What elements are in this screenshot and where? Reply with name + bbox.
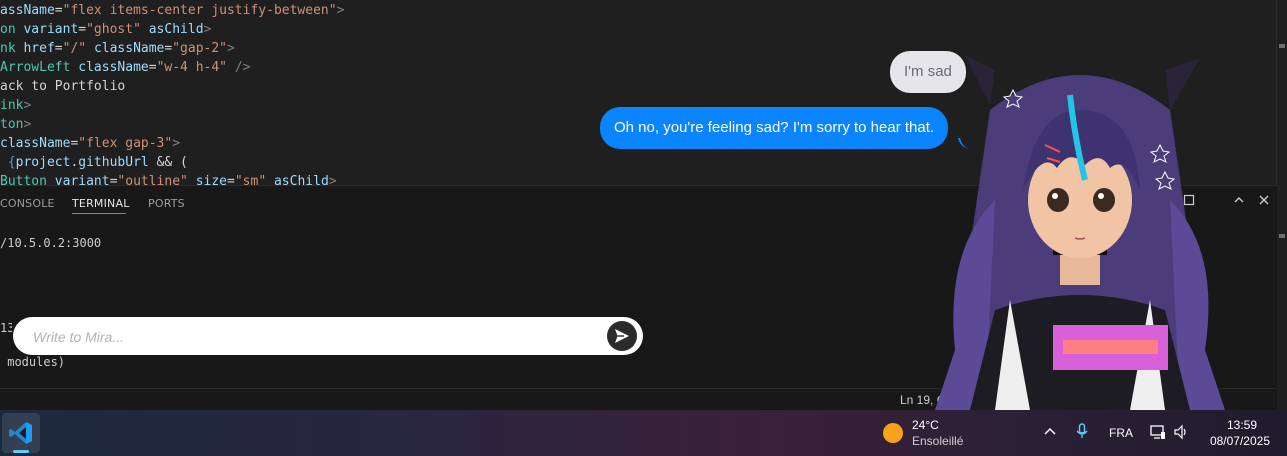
code-token: "ghost" bbox=[86, 22, 141, 37]
tab-console[interactable]: CONSOLE bbox=[0, 197, 55, 210]
code-token: "/" bbox=[62, 41, 87, 56]
code-token: "outline" bbox=[117, 174, 188, 185]
code-token: href bbox=[23, 41, 55, 56]
code-token: asChild bbox=[148, 22, 204, 37]
weather-description: Ensoleillé bbox=[912, 434, 964, 448]
code-token: assName bbox=[0, 3, 55, 18]
code-token: "flex gap-3" bbox=[78, 136, 173, 151]
code-token: ink bbox=[0, 98, 24, 113]
code-token: = bbox=[54, 41, 63, 56]
active-tab-indicator bbox=[72, 213, 126, 214]
code-token: githubUrl bbox=[78, 155, 149, 170]
chevron-up-icon[interactable] bbox=[1043, 424, 1057, 441]
chat-input-bar bbox=[13, 317, 643, 357]
code-line: ack to Portfolio bbox=[0, 77, 125, 96]
code-line: ink> bbox=[0, 96, 31, 115]
code-token: > bbox=[336, 3, 345, 18]
code-token: /> bbox=[227, 60, 251, 75]
network-icon[interactable] bbox=[1150, 424, 1166, 443]
active-app-indicator bbox=[13, 450, 29, 453]
editor-scrollbar[interactable] bbox=[1276, 0, 1287, 410]
close-panel-icon[interactable] bbox=[1258, 194, 1270, 210]
clock-time[interactable]: 13:59 bbox=[1227, 418, 1257, 432]
code-line: ArrowLeft className="w-4 h-4" /> bbox=[0, 58, 251, 77]
send-icon bbox=[615, 329, 629, 343]
language-indicator[interactable]: FRA bbox=[1109, 426, 1133, 440]
code-token: > bbox=[203, 22, 212, 37]
code-token: className bbox=[78, 60, 149, 75]
send-button[interactable] bbox=[607, 321, 637, 351]
vscode-icon bbox=[9, 422, 32, 444]
taskbar: 24°C Ensoleillé FRA 13:59 08/07/2025 bbox=[0, 410, 1287, 456]
code-token: ack to Portfolio bbox=[0, 79, 126, 94]
chat-message-input[interactable] bbox=[31, 317, 605, 357]
code-token: "flex items-center justify-between" bbox=[62, 3, 337, 18]
code-token: variant bbox=[23, 22, 79, 37]
code-token: && ( bbox=[148, 155, 188, 170]
avatar-character bbox=[935, 55, 1225, 410]
code-token: = bbox=[227, 174, 235, 185]
code-token: > bbox=[172, 136, 181, 151]
code-line: ton> bbox=[0, 115, 31, 134]
bot-message-bubble: Oh no, you're feeling sad? I'm sorry to … bbox=[600, 107, 949, 149]
code-line: assName="flex items-center justify-betwe… bbox=[0, 1, 344, 20]
chevron-up-icon[interactable] bbox=[1233, 194, 1245, 210]
code-token: > bbox=[227, 41, 235, 56]
code-token: className bbox=[0, 136, 71, 151]
tab-terminal[interactable]: TERMINAL bbox=[72, 197, 130, 210]
code-line: Button variant="outline" size="sm" asChi… bbox=[0, 172, 337, 185]
clock-date[interactable]: 08/07/2025 bbox=[1210, 434, 1270, 448]
code-token: = bbox=[78, 22, 87, 37]
code-line: className="flex gap-3"> bbox=[0, 134, 180, 153]
code-token: ArrowLeft bbox=[0, 60, 79, 75]
code-line: on variant="ghost" asChild> bbox=[0, 20, 211, 39]
code-token: { bbox=[0, 155, 16, 170]
code-token: on bbox=[0, 22, 24, 37]
code-token: > bbox=[23, 117, 32, 132]
weather-temperature: 24°C bbox=[912, 418, 939, 432]
code-token: "w-4 h-4" bbox=[156, 60, 228, 75]
scrollbar-marker bbox=[1279, 44, 1285, 48]
scrollbar-marker bbox=[1279, 234, 1285, 238]
code-token: Button bbox=[0, 174, 55, 185]
code-token: "sm" bbox=[234, 174, 267, 185]
code-token: variant bbox=[54, 174, 110, 185]
tab-ports[interactable]: PORTS bbox=[148, 197, 185, 210]
sun-icon bbox=[883, 423, 903, 443]
code-token: size bbox=[195, 174, 228, 185]
code-token: > bbox=[328, 174, 337, 185]
code-line: nk href="/" className="gap-2"> bbox=[0, 39, 235, 58]
terminal-line: 131 bbox=[0, 321, 12, 335]
code-token: className bbox=[93, 41, 165, 56]
code-token: > bbox=[23, 98, 32, 113]
vscode-taskbar-button[interactable] bbox=[2, 413, 40, 453]
code-token: = bbox=[54, 3, 63, 18]
code-line: {project.githubUrl && ( bbox=[0, 153, 188, 172]
code-token: asChild bbox=[273, 174, 329, 185]
code-token: "gap-2" bbox=[172, 41, 228, 56]
code-token: nk bbox=[0, 41, 24, 56]
code-token: project bbox=[15, 155, 71, 170]
microphone-icon[interactable] bbox=[1075, 423, 1089, 442]
volume-icon[interactable] bbox=[1173, 424, 1189, 443]
terminal-line: /10.5.0.2:3000 bbox=[0, 236, 102, 250]
code-token: = bbox=[148, 60, 157, 75]
code-token: ton bbox=[0, 117, 24, 132]
